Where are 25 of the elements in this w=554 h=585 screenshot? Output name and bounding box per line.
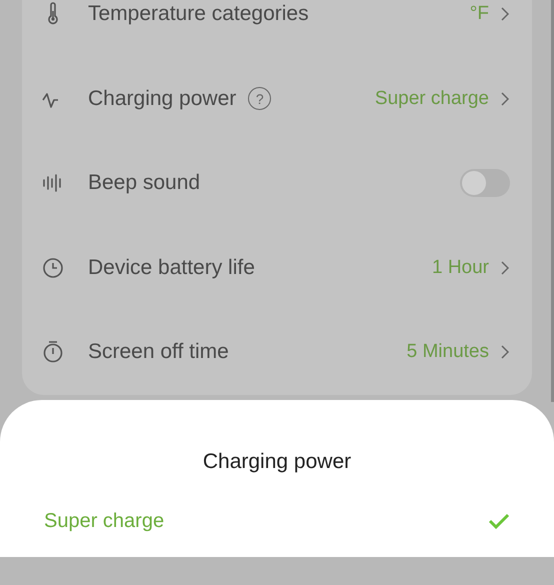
help-icon[interactable]: ? xyxy=(248,87,272,110)
toggle-switch[interactable] xyxy=(460,169,510,198)
clock-icon xyxy=(42,256,64,280)
timer-icon xyxy=(42,340,64,364)
checkmark-icon xyxy=(488,512,510,530)
chevron-icon xyxy=(500,344,510,360)
settings-row[interactable]: Charging power ? Super charge xyxy=(42,56,510,141)
settings-row[interactable]: Device battery life 1 Hour xyxy=(42,226,510,310)
setting-label: Screen off time xyxy=(88,340,229,364)
settings-row[interactable]: Beep sound xyxy=(42,141,510,226)
setting-value: °F xyxy=(470,3,489,26)
settings-row[interactable]: Temperature categories °F xyxy=(42,0,510,56)
chevron-icon xyxy=(500,260,510,276)
chevron-icon xyxy=(500,6,510,22)
setting-value: 5 Minutes xyxy=(406,341,489,364)
setting-label: Device battery life xyxy=(88,256,255,280)
settings-row[interactable]: Screen off time 5 Minutes xyxy=(42,310,510,394)
setting-label: Temperature categories xyxy=(88,2,309,26)
setting-value: Super charge xyxy=(374,88,489,110)
setting-value: 1 Hour xyxy=(432,256,489,279)
setting-label: Beep sound xyxy=(88,171,200,196)
option-row[interactable]: Super charge xyxy=(44,506,510,536)
setting-label: Charging power xyxy=(88,86,236,111)
chevron-icon xyxy=(500,90,510,107)
sheet-title: Charging power xyxy=(202,450,352,474)
